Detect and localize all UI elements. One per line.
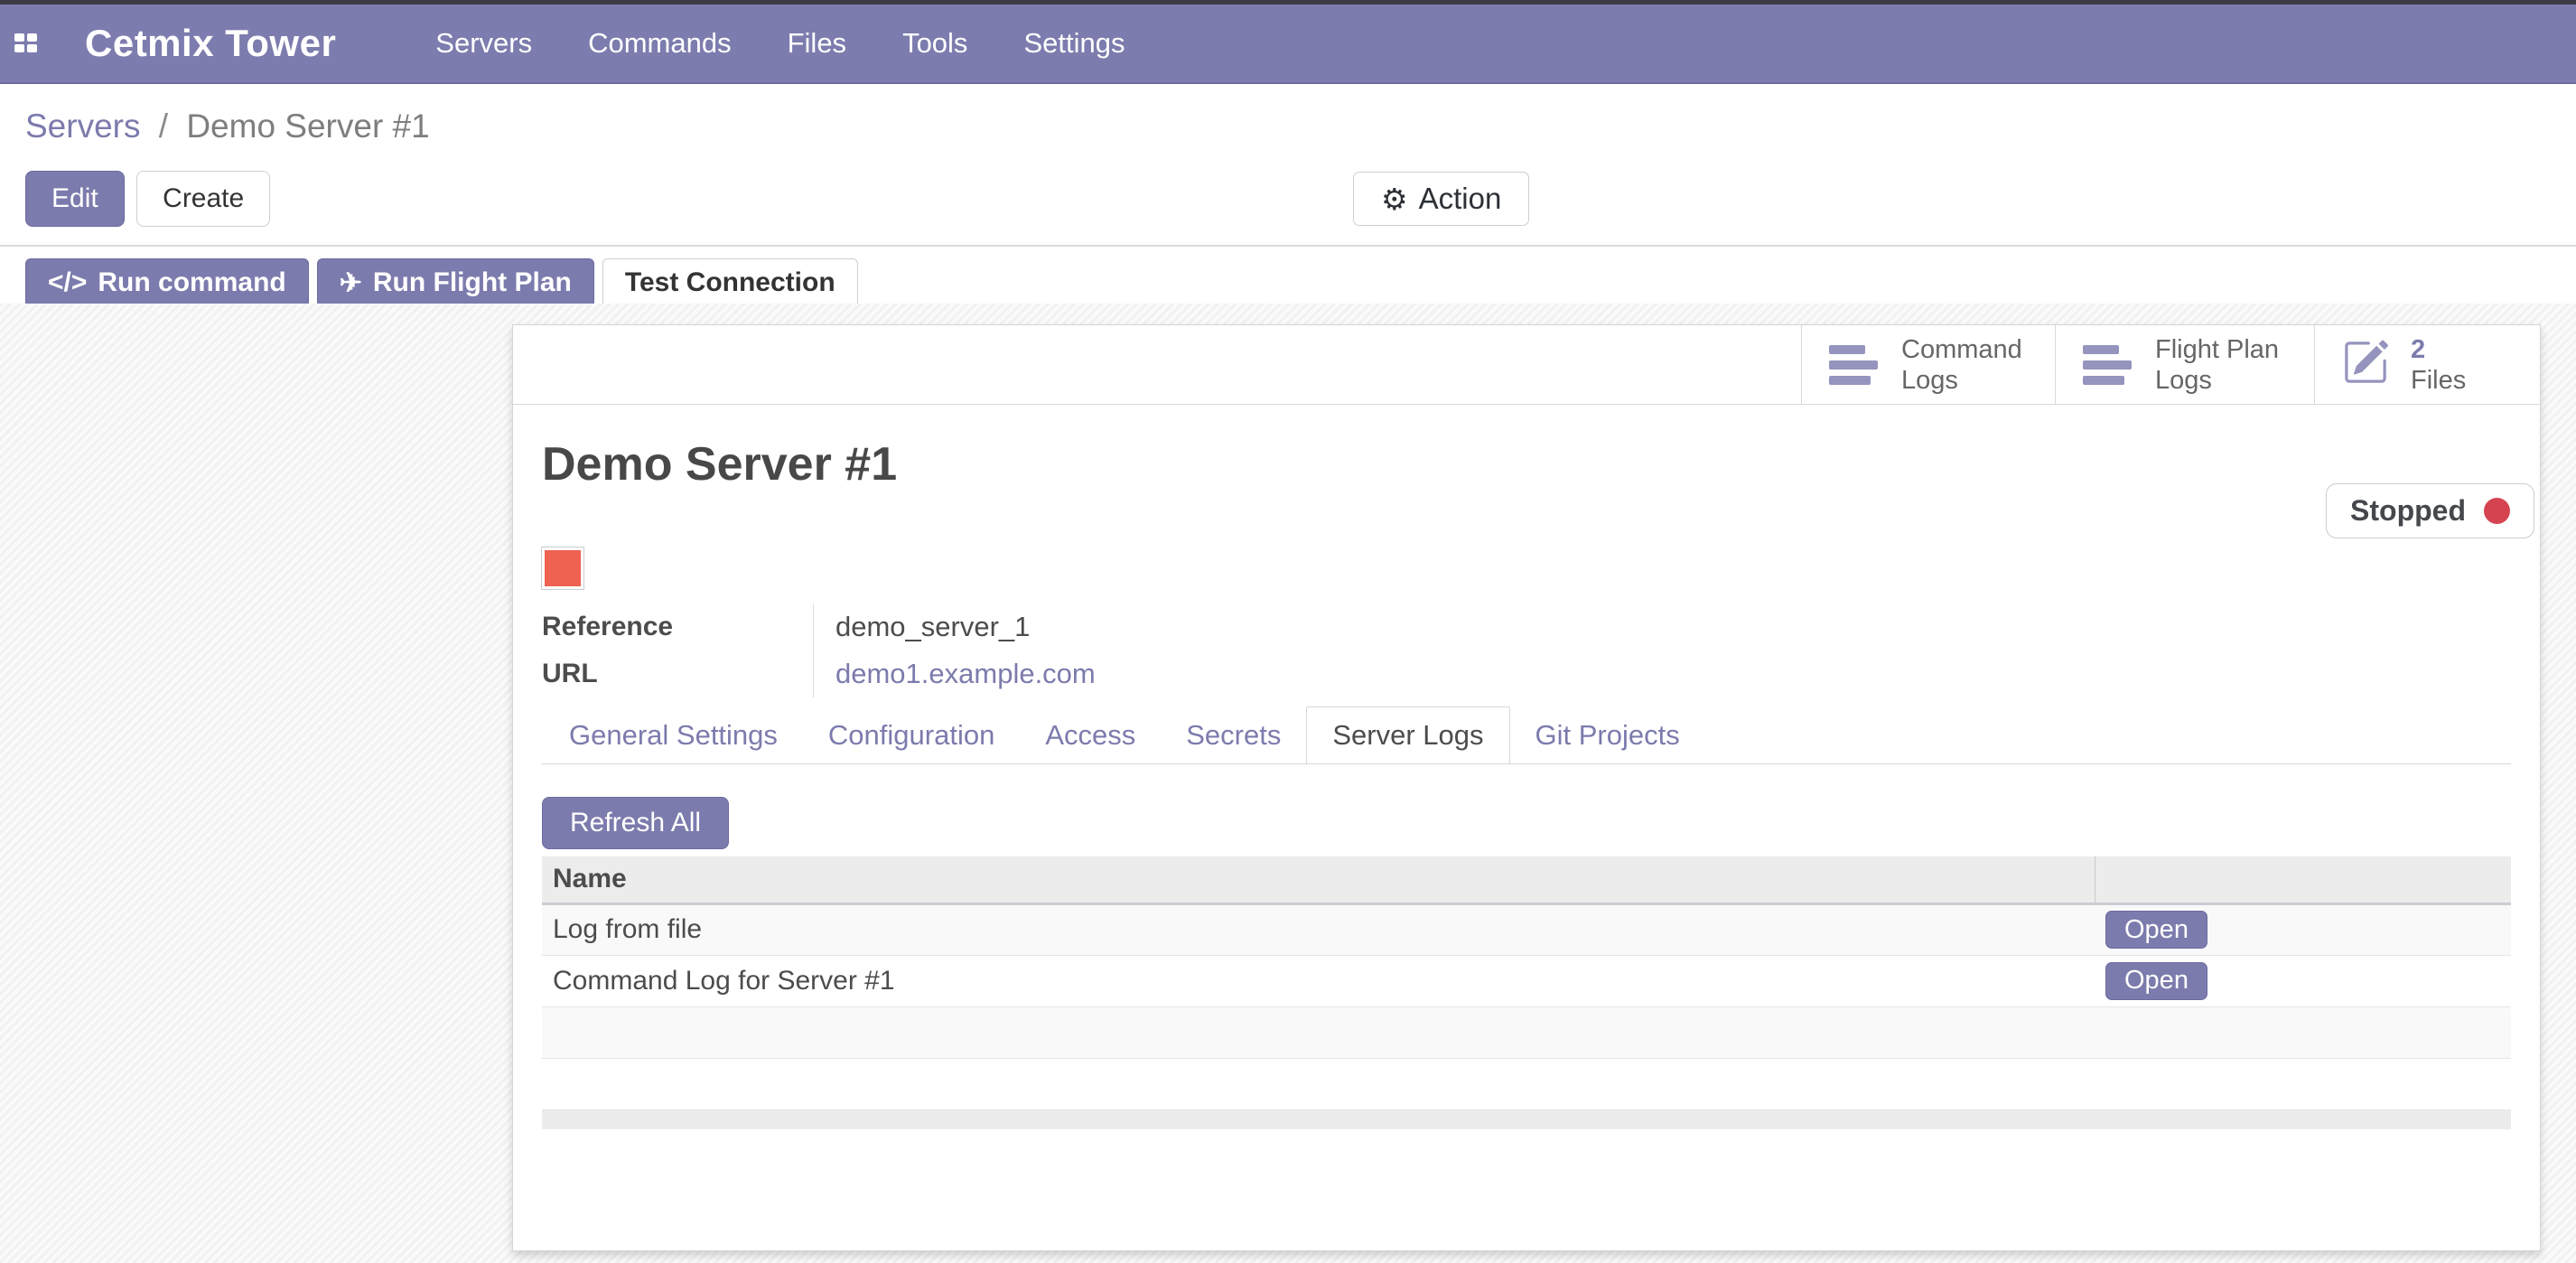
- name-column-header[interactable]: Name: [542, 856, 2095, 903]
- nav-item-settings[interactable]: Settings: [1023, 27, 1125, 60]
- breadcrumb-current: Demo Server #1: [186, 108, 429, 145]
- form-background: Command Logs Flight Plan Logs: [0, 304, 2576, 1263]
- table-footer-row: [542, 1109, 2511, 1129]
- app-brand[interactable]: Cetmix Tower: [85, 22, 336, 65]
- run-command-label: Run command: [98, 267, 285, 298]
- tab-general-settings[interactable]: General Settings: [544, 706, 803, 763]
- tab-access[interactable]: Access: [1020, 706, 1161, 763]
- server-actions-row: </> Run command ✈ Run Flight Plan Test C…: [25, 258, 2576, 307]
- navbar-menu: Servers Commands Files Tools Settings: [435, 27, 1125, 60]
- reference-field-label: Reference: [542, 603, 813, 650]
- breadcrumb-separator: /: [159, 108, 168, 145]
- main-navbar: Cetmix Tower Servers Commands Files Tool…: [0, 5, 2576, 84]
- action-label: Action: [1419, 182, 1502, 216]
- table-row[interactable]: Log from file Open: [542, 903, 2511, 955]
- apps-grid-square: [14, 44, 24, 52]
- form-toolbar: Edit Create ⚙ Action: [25, 171, 2576, 227]
- page: Cetmix Tower Servers Commands Files Tool…: [0, 0, 2576, 1263]
- nav-item-tools[interactable]: Tools: [902, 27, 967, 60]
- reference-field-value: demo_server_1: [813, 603, 2511, 650]
- test-connection-button[interactable]: Test Connection: [602, 258, 858, 307]
- tab-server-logs[interactable]: Server Logs: [1306, 706, 1509, 763]
- status-dot-icon: [2484, 498, 2510, 524]
- pencil-square-icon: [2342, 339, 2389, 390]
- open-log-button[interactable]: Open: [2105, 962, 2207, 1000]
- files-stat-label: 2 Files: [2411, 334, 2466, 396]
- list-icon: [1829, 345, 1880, 385]
- run-command-button[interactable]: </> Run command: [25, 258, 309, 307]
- table-header-row: Name: [542, 856, 2511, 903]
- page-title: Demo Server #1: [542, 437, 2511, 491]
- breadcrumb-parent-link[interactable]: Servers: [25, 108, 140, 145]
- notebook-tabs: General Settings Configuration Access Se…: [542, 706, 2511, 764]
- action-dropdown-button[interactable]: ⚙ Action: [1353, 172, 1529, 226]
- list-icon: [2083, 345, 2133, 385]
- server-form-sheet: Command Logs Flight Plan Logs: [512, 324, 2541, 1251]
- tab-git-projects[interactable]: Git Projects: [1510, 706, 1705, 763]
- refresh-all-button[interactable]: Refresh All: [542, 797, 729, 849]
- edit-button[interactable]: Edit: [25, 171, 125, 227]
- nav-item-servers[interactable]: Servers: [435, 27, 532, 60]
- empty-table-row: [542, 1006, 2511, 1058]
- nav-item-files[interactable]: Files: [788, 27, 846, 60]
- tab-configuration[interactable]: Configuration: [803, 706, 1020, 763]
- status-label: Stopped: [2350, 494, 2466, 528]
- command-logs-stat-button[interactable]: Command Logs: [1801, 325, 2055, 404]
- apps-grid-square: [27, 33, 37, 42]
- server-logs-table: Name Log from file Open Command Log f: [542, 856, 2511, 1129]
- field-group: Reference demo_server_1 URL demo1.exampl…: [542, 603, 2511, 697]
- flight-plan-logs-stat-label: Flight Plan Logs: [2155, 334, 2279, 396]
- stat-button-box: Command Logs Flight Plan Logs: [513, 325, 2540, 405]
- toolbar-divider: [0, 245, 2576, 247]
- gear-icon: ⚙: [1381, 182, 1408, 217]
- code-icon: </>: [48, 267, 87, 298]
- apps-grid-square: [14, 33, 24, 42]
- action-column-header: [2095, 856, 2511, 903]
- status-badge[interactable]: Stopped: [2326, 483, 2534, 538]
- table-row[interactable]: Command Log for Server #1 Open: [542, 955, 2511, 1006]
- empty-table-row: [542, 1058, 2511, 1109]
- log-name-cell[interactable]: Log from file: [542, 903, 2095, 955]
- open-log-button[interactable]: Open: [2105, 911, 2207, 949]
- url-field-link[interactable]: demo1.example.com: [813, 650, 2511, 697]
- files-stat-button[interactable]: 2 Files: [2314, 325, 2540, 404]
- sheet-body: Stopped Demo Server #1 Reference demo_se…: [513, 437, 2540, 1129]
- server-color-tag[interactable]: [542, 547, 583, 589]
- flight-plan-logs-stat-button[interactable]: Flight Plan Logs: [2055, 325, 2314, 404]
- nav-item-commands[interactable]: Commands: [588, 27, 732, 60]
- log-name-cell[interactable]: Command Log for Server #1: [542, 955, 2095, 1006]
- create-button[interactable]: Create: [136, 171, 270, 227]
- apps-grid-icon[interactable]: [14, 33, 38, 53]
- log-action-cell: Open: [2095, 903, 2511, 955]
- files-count: 2: [2411, 334, 2466, 365]
- run-flight-plan-label: Run Flight Plan: [373, 267, 572, 298]
- breadcrumb: Servers / Demo Server #1: [0, 84, 2576, 145]
- apps-grid-square: [27, 44, 37, 52]
- run-flight-plan-button[interactable]: ✈ Run Flight Plan: [317, 258, 594, 307]
- command-logs-stat-label: Command Logs: [1901, 334, 2022, 396]
- tab-secrets[interactable]: Secrets: [1161, 706, 1306, 763]
- log-action-cell: Open: [2095, 955, 2511, 1006]
- plane-icon: ✈: [340, 267, 362, 299]
- url-field-label: URL: [542, 650, 813, 697]
